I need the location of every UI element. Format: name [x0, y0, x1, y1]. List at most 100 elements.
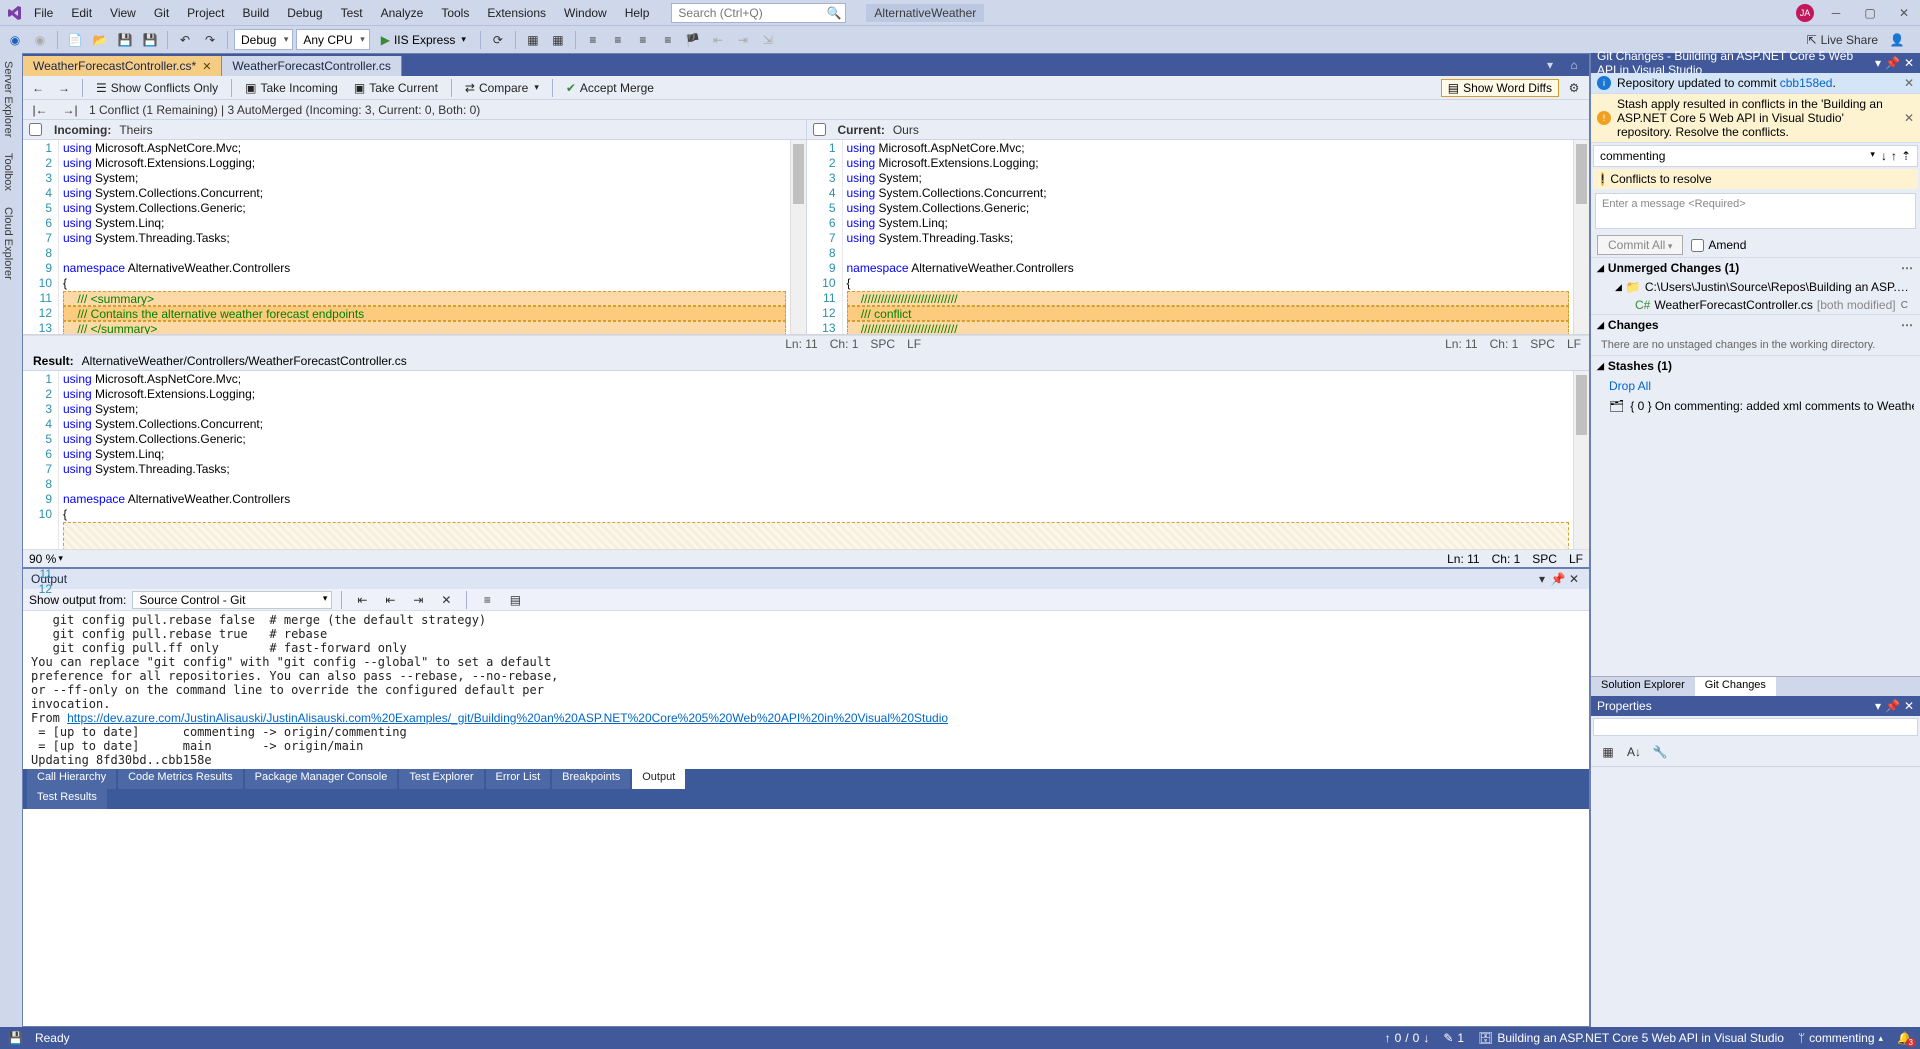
forward-button[interactable]: ◉ [29, 29, 51, 51]
output-pin-icon[interactable]: 📌 [1551, 572, 1565, 586]
menu-view[interactable]: View [102, 3, 144, 23]
output-wrap-button[interactable]: ≡ [476, 589, 498, 611]
doc-tab-1[interactable]: WeatherForecastController.cs [222, 56, 402, 76]
doc-tab-0[interactable]: WeatherForecastController.cs*✕ [23, 56, 222, 76]
output-find-button[interactable]: ⇤ [351, 589, 373, 611]
sb-branch[interactable]: ᛘcommenting▴ [1798, 1031, 1883, 1045]
next-conflict-button[interactable]: →| [59, 99, 81, 121]
undo-button[interactable]: ↶ [174, 29, 196, 51]
tb-icon-9[interactable]: ⇲ [757, 29, 779, 51]
menu-window[interactable]: Window [556, 3, 615, 23]
feedback-button[interactable]: 👤 [1886, 29, 1908, 51]
menu-help[interactable]: Help [617, 3, 658, 23]
property-pages-icon[interactable]: 🔧 [1649, 741, 1671, 763]
server-explorer-tab[interactable]: Server Explorer [0, 53, 22, 145]
alphabetical-icon[interactable]: A↓ [1623, 741, 1645, 763]
fetch-icon[interactable]: ↓ [1881, 149, 1887, 163]
sb-repo[interactable]: 🗄Building an ASP.NET Core 5 Web API in V… [1478, 1031, 1784, 1045]
output-prev-button[interactable]: ⇤ [379, 589, 401, 611]
user-avatar[interactable]: JA [1796, 4, 1814, 22]
sb-outgoing[interactable]: ↑0 / 0↓ [1385, 1031, 1430, 1045]
commit-all-button[interactable]: Commit All [1597, 235, 1683, 255]
push-icon[interactable]: ⇡ [1901, 149, 1911, 163]
scrollbar[interactable] [1573, 371, 1589, 549]
conflict-file[interactable]: C# WeatherForecastController.cs [both mo… [1591, 296, 1920, 314]
sb-notifications[interactable]: 🔔3 [1897, 1031, 1912, 1045]
panel-close-icon[interactable]: ✕ [1904, 699, 1914, 713]
output-source-combo[interactable]: Source Control - Git [132, 591, 332, 609]
menu-project[interactable]: Project [179, 3, 232, 23]
unmerged-section[interactable]: ◢ Unmerged Changes (1) ⋯ [1591, 257, 1920, 278]
panel-dropdown-icon[interactable]: ▾ [1875, 699, 1881, 713]
close-button[interactable]: ✕ [1892, 3, 1916, 23]
redo-button[interactable]: ↷ [199, 29, 221, 51]
stashes-section[interactable]: ◢ Stashes (1) [1591, 355, 1920, 376]
menu-extensions[interactable]: Extensions [479, 3, 554, 23]
tab-pm-console[interactable]: Package Manager Console [245, 769, 398, 789]
run-button[interactable]: ▶IIS Express▾ [373, 29, 474, 51]
menu-tools[interactable]: Tools [433, 3, 477, 23]
stash-item[interactable]: 🗂 { 0 } On commenting: added xml comment… [1591, 396, 1920, 416]
section-menu-icon[interactable]: ⋯ [1901, 261, 1914, 275]
menu-build[interactable]: Build [235, 3, 278, 23]
panel-pin-icon[interactable]: 📌 [1885, 699, 1900, 713]
new-item-button[interactable]: 📄 [64, 29, 86, 51]
incoming-code[interactable]: 12345678910111213141516 using Microsoft.… [23, 140, 806, 334]
tb-icon-2[interactable]: ▦ [547, 29, 569, 51]
tb-icon-7[interactable]: ⇤ [707, 29, 729, 51]
take-current-button[interactable]: ▣Take Current [348, 79, 444, 97]
output-text[interactable]: git config pull.rebase false # merge (th… [23, 611, 1589, 769]
tab-test-explorer[interactable]: Test Explorer [399, 769, 483, 789]
panel-dropdown-icon[interactable]: ▾ [1875, 56, 1881, 70]
scrollbar[interactable] [790, 140, 806, 334]
output-clear-button[interactable]: ✕ [435, 589, 457, 611]
output-next-button[interactable]: ⇥ [407, 589, 429, 611]
result-code[interactable]: 123456789101112 using Microsoft.AspNetCo… [23, 371, 1589, 549]
properties-object-combo[interactable] [1593, 718, 1918, 736]
panel-pin-icon[interactable]: 📌 [1885, 56, 1900, 70]
next-change-button[interactable]: → [53, 77, 75, 99]
branch-selector[interactable]: commenting ↓ ↑ ⇡ [1593, 145, 1918, 167]
search-input[interactable]: Search (Ctrl+Q) 🔍 [671, 3, 846, 23]
output-dropdown-icon[interactable]: ▾ [1535, 572, 1549, 586]
amend-checkbox[interactable]: Amend [1691, 238, 1746, 252]
merge-settings-button[interactable]: ⚙ [1563, 77, 1585, 99]
section-menu-icon[interactable]: ⋯ [1901, 318, 1914, 332]
scrollbar[interactable] [1573, 140, 1589, 334]
repo-folder[interactable]: ◢ 📁 C:\Users\Justin\Source\Repos\Buildin… [1591, 278, 1920, 296]
tb-bookmark[interactable]: 🏴 [682, 29, 704, 51]
sb-pending[interactable]: ✎1 [1443, 1031, 1464, 1045]
panel-close-icon[interactable]: ✕ [1904, 56, 1914, 70]
prev-conflict-button[interactable]: |← [29, 99, 51, 121]
tab-home-icon[interactable]: ⌂ [1563, 54, 1585, 76]
tab-solution-explorer[interactable]: Solution Explorer [1591, 677, 1695, 696]
pull-icon[interactable]: ↑ [1891, 149, 1897, 163]
live-share-button[interactable]: ⇱Live Share [1807, 33, 1878, 47]
tb-icon-3[interactable]: ≡ [582, 29, 604, 51]
menu-analyze[interactable]: Analyze [373, 3, 432, 23]
save-all-button[interactable]: 💾 [139, 29, 161, 51]
open-button[interactable]: 📂 [89, 29, 111, 51]
dismiss-info-icon[interactable]: ✕ [1904, 76, 1914, 90]
show-conflicts-button[interactable]: ☰Show Conflicts Only [90, 79, 224, 97]
word-diffs-toggle[interactable]: ▤Show Word Diffs [1441, 79, 1559, 97]
accept-merge-button[interactable]: ✔Accept Merge [560, 79, 660, 97]
tb-icon-4[interactable]: ≡ [607, 29, 629, 51]
tb-icon-5[interactable]: ≡ [632, 29, 654, 51]
maximize-button[interactable]: ▢ [1858, 3, 1882, 23]
tab-test-results[interactable]: Test Results [27, 789, 107, 809]
tab-output[interactable]: Output [632, 769, 685, 789]
menu-git[interactable]: Git [146, 3, 177, 23]
current-code[interactable]: 12345678910111213141516 using Microsoft.… [807, 140, 1590, 334]
dismiss-warn-icon[interactable]: ✕ [1904, 111, 1914, 125]
back-button[interactable]: ◉ [4, 29, 26, 51]
tab-git-changes[interactable]: Git Changes [1695, 677, 1776, 696]
incoming-checkbox[interactable] [29, 123, 42, 136]
tab-code-metrics[interactable]: Code Metrics Results [118, 769, 243, 789]
output-close-icon[interactable]: ✕ [1567, 572, 1581, 586]
platform-combo[interactable]: Any CPU [296, 29, 369, 50]
tab-error-list[interactable]: Error List [486, 769, 551, 789]
cloud-explorer-tab[interactable]: Cloud Explorer [0, 199, 22, 288]
commit-message-input[interactable]: Enter a message <Required> [1595, 193, 1916, 229]
tab-call-hierarchy[interactable]: Call Hierarchy [27, 769, 116, 789]
